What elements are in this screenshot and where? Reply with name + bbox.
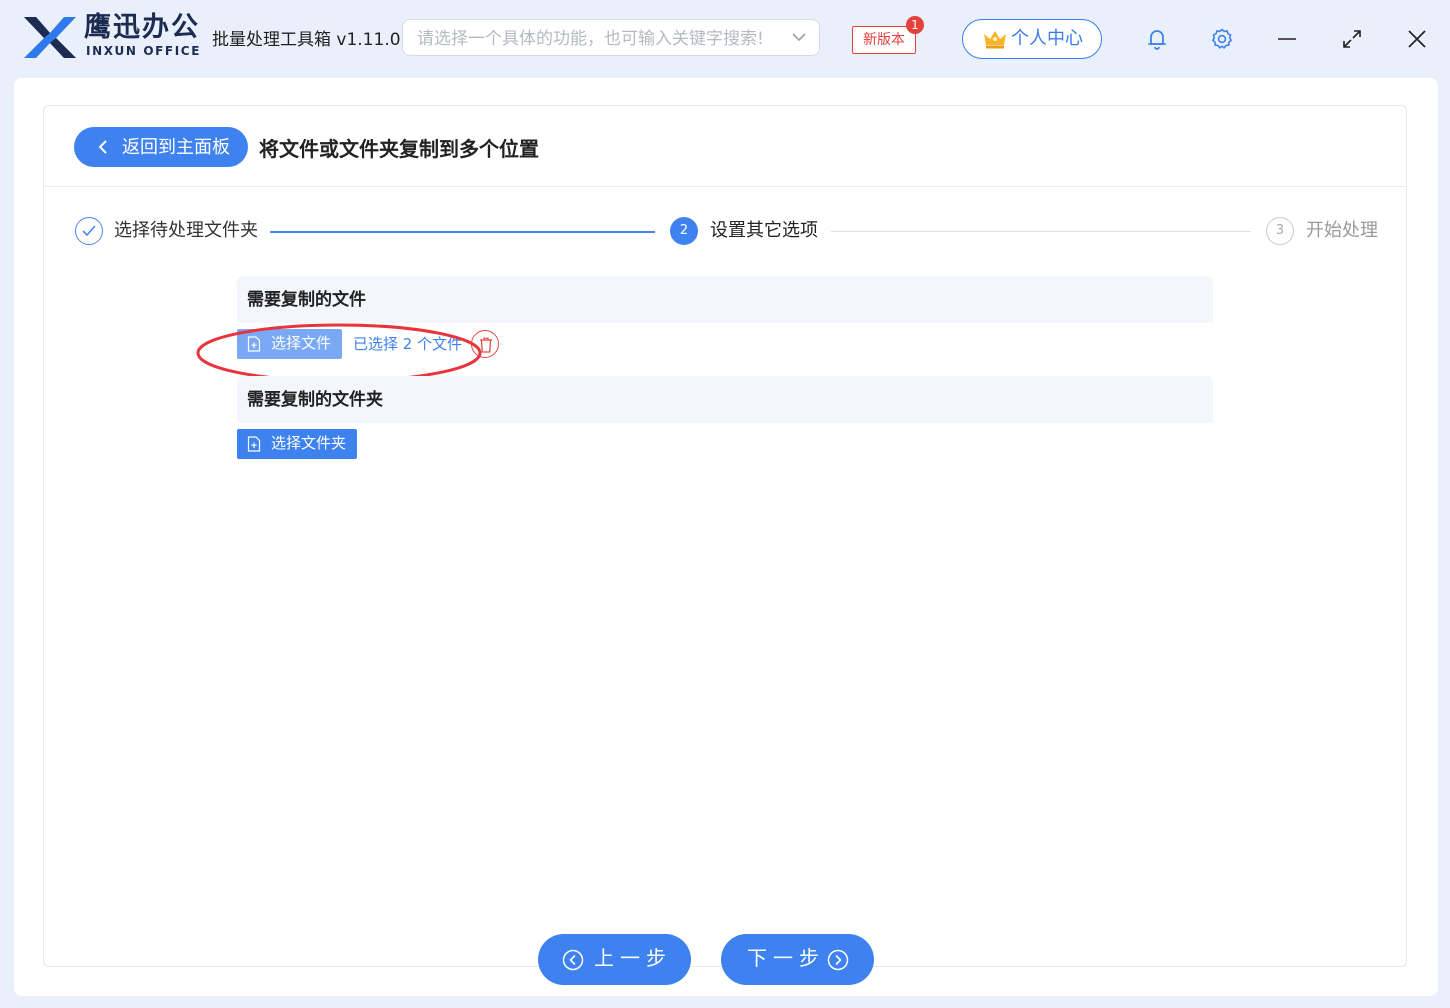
file-add-icon [247,436,261,452]
maximize-icon[interactable] [1340,27,1364,51]
bell-icon[interactable] [1145,27,1169,51]
header-divider [44,186,1406,187]
close-icon[interactable] [1405,27,1429,51]
function-search[interactable] [402,19,820,57]
crown-icon [984,31,1006,49]
app-title: 批量处理工具箱 v1.11.0 [212,30,401,50]
brand-name-en: INXUN OFFICE [86,44,201,58]
folders-section-title: 需要复制的文件夹 [247,390,383,410]
circle-arrow-left-icon [562,949,584,971]
select-folder-button[interactable]: 选择文件夹 [237,429,357,459]
next-step-button[interactable]: 下一步 [721,934,874,985]
chevron-down-icon[interactable] [791,29,807,45]
title-bar: 鹰迅办公 INXUN OFFICE 批量处理工具箱 v1.11.0 新版本 1 … [0,0,1450,78]
back-to-dashboard-button[interactable]: 返回到主面板 [74,127,248,167]
search-input[interactable] [415,20,779,57]
step-1-label: 选择待处理文件夹 [114,220,258,241]
page-title: 将文件或文件夹复制到多个位置 [259,137,539,161]
brand-name: 鹰迅办公 [84,12,200,43]
user-center-label: 个人中心 [1011,28,1083,49]
chevron-left-icon [98,140,107,154]
files-section-title: 需要复制的文件 [247,290,366,310]
new-version-button[interactable]: 新版本 1 [852,16,924,54]
folders-section-header: 需要复制的文件夹 [237,376,1213,423]
gear-icon[interactable] [1210,27,1234,51]
back-button-label: 返回到主面板 [122,137,230,157]
notification-badge: 1 [906,16,924,34]
next-step-label: 下一步 [747,948,825,970]
previous-step-button[interactable]: 上一步 [538,934,691,985]
new-version-label: 新版本 [863,32,905,48]
step-2-number: 2 [670,217,698,245]
annotation-ellipse [196,323,482,383]
step-3-label: 开始处理 [1306,220,1378,241]
step-1-check-icon [75,217,103,245]
step-1-connector [270,231,655,233]
previous-step-label: 上一步 [594,948,672,970]
user-center-button[interactable]: 个人中心 [962,19,1102,59]
inxun-logo-icon [24,17,76,58]
circle-arrow-right-icon [827,949,849,971]
select-folder-label: 选择文件夹 [271,435,347,452]
step-2-connector [831,231,1251,232]
step-2-label: 设置其它选项 [710,220,818,241]
files-section-header: 需要复制的文件 [237,276,1213,323]
minimize-icon[interactable] [1275,27,1299,51]
step-3-number: 3 [1266,217,1294,245]
